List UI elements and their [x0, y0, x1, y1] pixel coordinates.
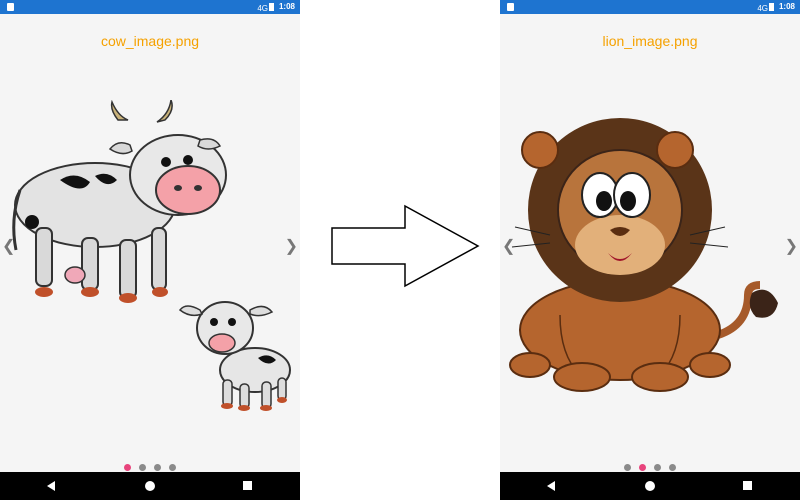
navigation-bar	[500, 472, 800, 500]
home-icon[interactable]	[645, 481, 655, 491]
status-bar: 4G 1:08	[0, 0, 300, 14]
cow-image	[12, 100, 291, 411]
signal-icon: 4G	[757, 4, 768, 13]
prev-chevron[interactable]: ❮	[2, 236, 15, 256]
page-dot[interactable]	[169, 464, 176, 471]
prev-chevron[interactable]: ❮	[502, 236, 515, 256]
calf	[178, 301, 291, 411]
sd-card-icon	[507, 3, 514, 11]
image-title: lion_image.png	[602, 33, 698, 49]
recents-icon[interactable]	[243, 481, 252, 490]
page-dot[interactable]	[639, 464, 646, 471]
left-screen: 4G 1:08 cow_image.png ❮ ❯	[0, 0, 300, 500]
next-chevron[interactable]: ❯	[785, 236, 798, 256]
big-cow	[12, 100, 227, 303]
page-dot[interactable]	[654, 464, 661, 471]
page-dot[interactable]	[624, 464, 631, 471]
signal-icon: 4G	[257, 4, 268, 13]
page-dot[interactable]	[154, 464, 161, 471]
right-screen: 4G 1:08 lion_image.png ❮ ❯	[500, 0, 800, 500]
page-dot[interactable]	[124, 464, 131, 471]
navigation-bar	[0, 472, 300, 500]
clock: 1:08	[278, 2, 295, 11]
battery-icon	[769, 3, 774, 11]
battery-icon	[269, 3, 274, 11]
back-icon[interactable]	[547, 481, 555, 491]
recents-icon[interactable]	[743, 481, 752, 490]
lion-image	[509, 118, 778, 392]
page-dot[interactable]	[669, 464, 676, 471]
status-bar: 4G 1:08	[500, 0, 800, 14]
sd-card-icon	[7, 3, 14, 11]
lion	[509, 118, 778, 392]
clock: 1:08	[778, 2, 795, 11]
back-icon[interactable]	[47, 481, 55, 491]
next-chevron[interactable]: ❯	[285, 236, 298, 256]
home-icon[interactable]	[145, 481, 155, 491]
right-arrow-icon	[331, 204, 480, 288]
page-dot[interactable]	[139, 464, 146, 471]
image-title: cow_image.png	[100, 33, 200, 49]
